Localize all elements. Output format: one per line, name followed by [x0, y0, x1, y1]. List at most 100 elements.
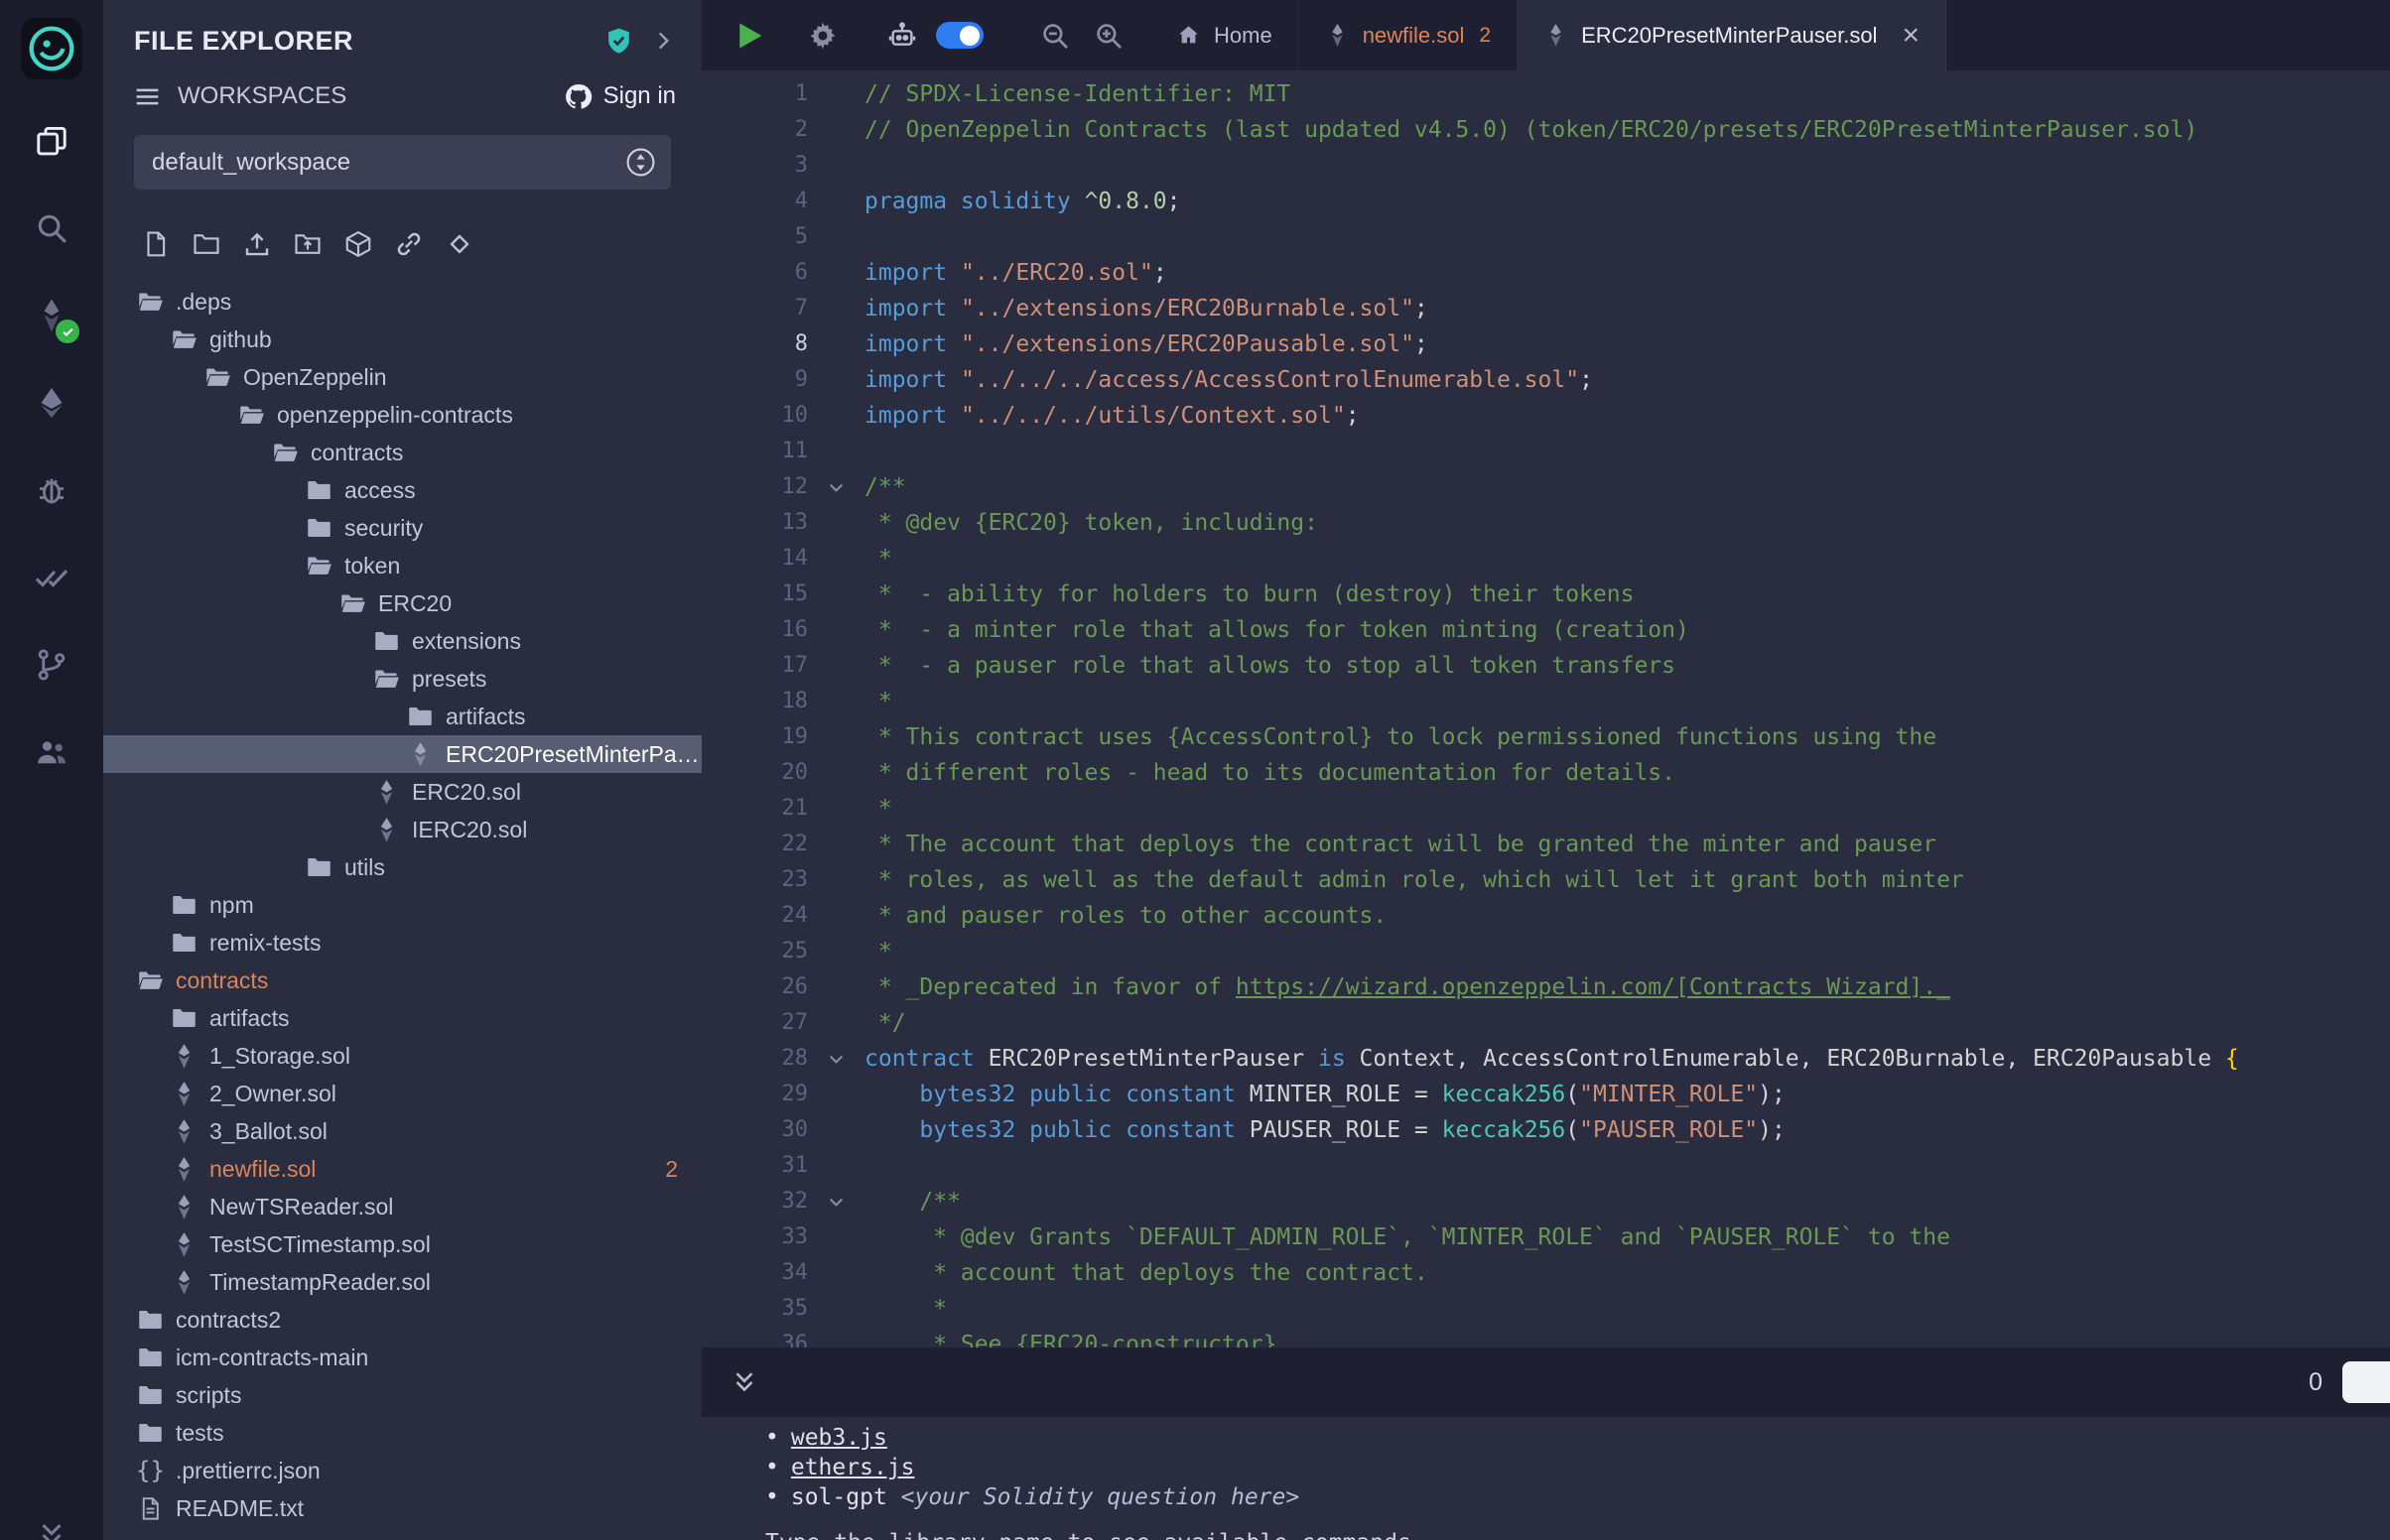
- code-line[interactable]: 2// OpenZeppelin Contracts (last updated…: [702, 112, 2390, 148]
- tree-item-npm[interactable]: npm: [103, 886, 702, 924]
- tree-item-icm-contracts-main[interactable]: icm-contracts-main: [103, 1339, 702, 1376]
- code-line[interactable]: 1// SPDX-License-Identifier: MIT: [702, 76, 2390, 112]
- code-line[interactable]: 25 *: [702, 934, 2390, 969]
- code-line[interactable]: 34 * account that deploys the contract.: [702, 1255, 2390, 1291]
- create-file-icon[interactable]: [141, 229, 171, 259]
- sign-in-button[interactable]: Sign in: [564, 82, 676, 111]
- code-line[interactable]: 27 */: [702, 1005, 2390, 1041]
- tree-item-tests[interactable]: tests: [103, 1414, 702, 1452]
- line-number[interactable]: 29: [702, 1077, 808, 1112]
- code-line[interactable]: 23 * roles, as well as the default admin…: [702, 862, 2390, 898]
- line-number[interactable]: 8: [702, 326, 808, 362]
- code-line[interactable]: 14 *: [702, 541, 2390, 577]
- line-number[interactable]: 3: [702, 148, 808, 184]
- code-line[interactable]: 9import "../../../access/AccessControlEn…: [702, 362, 2390, 398]
- solidity-compiler-icon[interactable]: [24, 288, 79, 343]
- tree-item-prettierrc-json[interactable]: {}.prettierrc.json: [103, 1452, 702, 1489]
- code-line[interactable]: 5: [702, 219, 2390, 255]
- ai-copilot-toggle[interactable]: [936, 22, 984, 49]
- code-line[interactable]: 3: [702, 148, 2390, 184]
- tree-item-contracts[interactable]: contracts: [103, 434, 702, 471]
- settings-gear-button[interactable]: [807, 20, 839, 52]
- tree-item-deps[interactable]: .deps: [103, 283, 702, 321]
- tree-item-newfile-sol[interactable]: newfile.sol2: [103, 1150, 702, 1188]
- tree-item-timestampreader-sol[interactable]: TimestampReader.sol: [103, 1263, 702, 1301]
- debugger-icon[interactable]: [24, 462, 79, 518]
- code-line[interactable]: 4pragma solidity ^0.8.0;: [702, 184, 2390, 219]
- run-script-button[interactable]: [730, 17, 767, 55]
- tree-item-ierc20-sol[interactable]: IERC20.sol: [103, 811, 702, 848]
- code-line[interactable]: 12/**: [702, 469, 2390, 505]
- tab-newfile-sol[interactable]: newfile.sol2: [1299, 0, 1518, 70]
- code-line[interactable]: 24 * and pauser roles to other accounts.: [702, 898, 2390, 934]
- remix-logo[interactable]: [21, 18, 82, 79]
- line-number[interactable]: 6: [702, 255, 808, 291]
- fold-chevron-icon[interactable]: [808, 1184, 864, 1219]
- line-number[interactable]: 30: [702, 1112, 808, 1148]
- line-number[interactable]: 20: [702, 755, 808, 791]
- import-url-icon[interactable]: [394, 229, 424, 259]
- tree-item-remix-tests[interactable]: remix-tests: [103, 924, 702, 962]
- code-line[interactable]: 33 * @dev Grants `DEFAULT_ADMIN_ROLE`, `…: [702, 1219, 2390, 1255]
- create-folder-icon[interactable]: [192, 229, 221, 259]
- terminal-expand-icon[interactable]: [730, 1367, 759, 1397]
- deploy-and-run-icon[interactable]: [24, 375, 79, 431]
- tree-item-erc20-sol[interactable]: ERC20.sol: [103, 773, 702, 811]
- line-number[interactable]: 31: [702, 1148, 808, 1184]
- line-number[interactable]: 19: [702, 719, 808, 755]
- tree-item-access[interactable]: access: [103, 471, 702, 509]
- code-line[interactable]: 10import "../../../utils/Context.sol";: [702, 398, 2390, 434]
- tree-item-contracts2[interactable]: contracts2: [103, 1301, 702, 1339]
- code-line[interactable]: 31: [702, 1148, 2390, 1184]
- search-icon[interactable]: [24, 200, 79, 256]
- workspace-menu-icon[interactable]: [133, 82, 162, 111]
- tree-item-openzeppelin-contracts[interactable]: openzeppelin-contracts: [103, 396, 702, 434]
- code-line[interactable]: 19 * This contract uses {AccessControl} …: [702, 719, 2390, 755]
- tree-item-openzeppelin[interactable]: OpenZeppelin: [103, 358, 702, 396]
- file-explorer-icon[interactable]: [24, 113, 79, 169]
- ai-copilot-icon[interactable]: [886, 20, 918, 52]
- line-number[interactable]: 24: [702, 898, 808, 934]
- fold-chevron-icon[interactable]: [808, 469, 864, 505]
- tree-item-artifacts[interactable]: artifacts: [103, 999, 702, 1037]
- line-number[interactable]: 25: [702, 934, 808, 969]
- code-line[interactable]: 28contract ERC20PresetMinterPauser is Co…: [702, 1041, 2390, 1077]
- line-number[interactable]: 27: [702, 1005, 808, 1041]
- code-line[interactable]: 22 * The account that deploys the contra…: [702, 827, 2390, 862]
- line-number[interactable]: 32: [702, 1184, 808, 1219]
- code-line[interactable]: 16 * - a minter role that allows for tok…: [702, 612, 2390, 648]
- zoom-out-button[interactable]: [1039, 20, 1071, 52]
- code-line[interactable]: 29 bytes32 public constant MINTER_ROLE =…: [702, 1077, 2390, 1112]
- line-number[interactable]: 17: [702, 648, 808, 684]
- line-number[interactable]: 35: [702, 1291, 808, 1327]
- line-number[interactable]: 11: [702, 434, 808, 469]
- tree-item-readme-txt[interactable]: README.txt: [103, 1489, 702, 1527]
- tree-item-scripts[interactable]: scripts: [103, 1376, 702, 1414]
- code-line[interactable]: 20 * different roles - head to its docum…: [702, 755, 2390, 791]
- code-line[interactable]: 11: [702, 434, 2390, 469]
- tree-item-erc20[interactable]: ERC20: [103, 584, 702, 622]
- terminal-link[interactable]: web3.js: [791, 1425, 887, 1451]
- line-number[interactable]: 9: [702, 362, 808, 398]
- line-number[interactable]: 14: [702, 541, 808, 577]
- code-line[interactable]: 21 *: [702, 791, 2390, 827]
- line-number[interactable]: 36: [702, 1327, 808, 1348]
- tree-item-github[interactable]: github: [103, 321, 702, 358]
- code-line[interactable]: 35 *: [702, 1291, 2390, 1327]
- tree-item-1-storage-sol[interactable]: 1_Storage.sol: [103, 1037, 702, 1075]
- git-icon[interactable]: [24, 637, 79, 693]
- publish-gist-icon[interactable]: [445, 229, 474, 259]
- tree-item-3-ballot-sol[interactable]: 3_Ballot.sol: [103, 1112, 702, 1150]
- code-line[interactable]: 18 *: [702, 684, 2390, 719]
- chevron-right-icon[interactable]: [650, 28, 676, 54]
- tree-item-utils[interactable]: utils: [103, 848, 702, 886]
- code-line[interactable]: 26 * _Deprecated in favor of https://wiz…: [702, 969, 2390, 1005]
- double-chevron-down-icon[interactable]: [35, 1518, 68, 1540]
- plugin-manager-icon[interactable]: [24, 724, 79, 780]
- terminal-link[interactable]: ethers.js: [791, 1455, 915, 1480]
- upload-folder-icon[interactable]: [293, 229, 323, 259]
- code-line[interactable]: 36 * See {ERC20-constructor}.: [702, 1327, 2390, 1348]
- line-number[interactable]: 5: [702, 219, 808, 255]
- line-number[interactable]: 2: [702, 112, 808, 148]
- close-tab-icon[interactable]: ×: [1902, 21, 1920, 51]
